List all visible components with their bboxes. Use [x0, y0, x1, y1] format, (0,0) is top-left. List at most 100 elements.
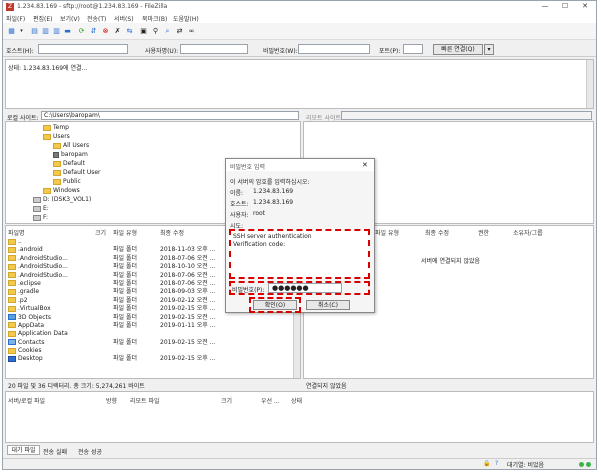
disconnect-icon[interactable]: ✗	[112, 26, 123, 37]
dialog-close-button[interactable]: ✕	[362, 161, 368, 169]
menu-bookmarks[interactable]: 북마크(B)	[142, 14, 167, 23]
queue-col-remote[interactable]: 리모트 파일	[130, 396, 160, 405]
local-summary: 20 파일 및 36 디렉터리. 총 크기: 5,274,261 바이트	[8, 383, 145, 390]
folder-icon	[8, 272, 16, 279]
refresh-icon[interactable]: ⟳	[76, 26, 87, 37]
remote-col-owner[interactable]: 소유자/그룹	[513, 228, 543, 237]
log-scrollbar[interactable]	[586, 60, 593, 108]
menu-help[interactable]: 도움말(H)	[173, 14, 199, 23]
queue-col-status[interactable]: 상태	[291, 396, 302, 405]
drive-icon	[33, 214, 41, 221]
remote-col-modified[interactable]: 최종 수정	[425, 228, 449, 237]
file-row[interactable]: Cookies	[8, 347, 290, 355]
folder-icon	[8, 347, 16, 354]
file-name: Cookies	[18, 347, 42, 355]
local-col-size[interactable]: 크기	[95, 228, 106, 237]
file-row[interactable]: AppData 파일 폴더 2019-01-11 오후 ...	[8, 322, 290, 330]
cancel-button[interactable]: 취소(C)	[306, 300, 350, 310]
process-queue-icon[interactable]: ⇵	[88, 26, 99, 37]
search-icon[interactable]: ⌕	[162, 26, 173, 37]
maximize-button[interactable]: ☐	[556, 1, 574, 12]
message-log[interactable]: 상태: 1.234.83.169에 연결...	[5, 59, 594, 109]
file-row[interactable]: Desktop 파일 폴더 2019-02-15 오후 ...	[8, 355, 290, 363]
local-col-filename[interactable]: 파일명	[8, 228, 25, 237]
toggle-log-icon[interactable]: ▤	[29, 26, 40, 37]
status-led-icon	[586, 462, 591, 467]
tree-item-temp[interactable]: Temp	[43, 124, 69, 131]
queue-col-direction[interactable]: 방향	[106, 396, 117, 405]
remote-path-input[interactable]	[341, 111, 592, 120]
transfer-queue-icon[interactable]: ▬	[62, 26, 73, 37]
queue-col-server-local[interactable]: 서버/로컬 파일	[8, 396, 45, 405]
file-type: 파일 폴더	[113, 288, 137, 296]
file-row[interactable]: Application Data	[8, 330, 290, 338]
port-input[interactable]	[403, 44, 423, 54]
password-input[interactable]	[298, 44, 370, 54]
file-name: .eclipse	[18, 279, 41, 287]
binoculars-icon[interactable]: ∞	[186, 26, 197, 37]
site-manager-dropdown-icon[interactable]: ▾	[16, 26, 27, 37]
folder-icon	[53, 178, 61, 185]
remote-empty-message: 서버에 연결되지 않았음	[421, 258, 481, 265]
tree-item-windows[interactable]: Windows	[43, 187, 80, 194]
file-type: 파일 폴더	[113, 263, 137, 271]
dialog-name-label: 이름:	[230, 190, 244, 197]
tree-item-drive-d[interactable]: D: (DSK3_VOL1)	[33, 196, 91, 203]
sync-browse-icon[interactable]: ⇄	[174, 26, 185, 37]
tree-item-default-user[interactable]: Default User	[53, 169, 101, 176]
tree-item-drive-f[interactable]: F:	[33, 214, 48, 221]
tree-item-baropam[interactable]: baropam	[53, 151, 88, 158]
file-modified: 2019-02-15 오전 ...	[160, 313, 216, 321]
menu-view[interactable]: 보기(V)	[60, 14, 80, 23]
menu-file[interactable]: 파일(F)	[6, 14, 25, 23]
filter-icon[interactable]: ⚲	[150, 26, 161, 37]
tab-successful-transfers[interactable]: 전송 성공	[78, 447, 102, 456]
menu-edit[interactable]: 편집(E)	[33, 14, 53, 23]
tree-item-all-users[interactable]: All Users	[53, 142, 89, 149]
quickconnect-dropdown-icon[interactable]: ▾	[484, 44, 494, 55]
queue-status: 대기열: 비었음	[507, 462, 545, 469]
file-modified: 2018-11-03 오후 ...	[160, 246, 216, 254]
dialog-password-input[interactable]: ●●●●●●	[268, 283, 342, 293]
toggle-local-tree-icon[interactable]: ▥	[40, 26, 51, 37]
file-name: .AndroidStudio...	[18, 254, 68, 262]
username-input[interactable]	[180, 44, 248, 54]
file-modified: 2018-07-06 오전 ...	[160, 271, 216, 279]
file-row[interactable]: 3D Objects 파일 폴더 2019-02-15 오전 ...	[8, 314, 290, 322]
directory-compare-icon[interactable]: ▣	[138, 26, 149, 37]
tab-queued-files[interactable]: 대기 파일	[7, 445, 40, 455]
queue-col-size[interactable]: 크기	[221, 396, 232, 405]
quickconnect-button[interactable]: 빠른 연결(Q)	[433, 44, 483, 55]
tree-label: E:	[43, 205, 49, 212]
remote-col-type[interactable]: 파일 유형	[375, 228, 399, 237]
folder-icon	[8, 246, 16, 253]
tree-item-public[interactable]: Public	[53, 178, 81, 185]
menu-transfer[interactable]: 전송(T)	[87, 14, 106, 23]
window-title: 1.234.83.169 - sftp://root@1.234.83.169 …	[17, 3, 168, 10]
tab-failed-transfers[interactable]: 전송 실패	[43, 447, 67, 456]
tree-item-drive-e[interactable]: E:	[33, 205, 49, 212]
local-col-type[interactable]: 파일 유형	[113, 228, 137, 237]
tree-item-default[interactable]: Default	[53, 160, 85, 167]
tree-label: baropam	[61, 151, 88, 158]
challenge-line-2: Verification code:	[233, 241, 286, 248]
close-button[interactable]: ✕	[576, 1, 594, 12]
host-input[interactable]	[38, 44, 128, 54]
drive-icon	[33, 205, 41, 212]
queue-col-priority[interactable]: 우선 ...	[261, 396, 280, 405]
reconnect-icon[interactable]: ⇆	[124, 26, 135, 37]
minimize-button[interactable]: —	[536, 1, 554, 12]
local-col-modified[interactable]: 최종 수정	[160, 228, 184, 237]
tree-item-users[interactable]: Users	[43, 133, 70, 140]
status-led-icon	[579, 462, 584, 467]
cancel-icon[interactable]: ⊗	[100, 26, 111, 37]
menu-server[interactable]: 서버(S)	[114, 14, 134, 23]
file-row[interactable]: Contacts 파일 폴더 2019-02-15 오전 ...	[8, 339, 290, 347]
file-type: 파일 폴더	[113, 305, 137, 313]
ok-button[interactable]: 확인(O)	[253, 300, 297, 310]
folder-icon	[43, 133, 51, 140]
remote-col-permissions[interactable]: 권한	[478, 228, 489, 237]
tree-label: Users	[53, 133, 70, 140]
local-path-input[interactable]: C:\Users\baropam\	[41, 111, 299, 120]
toggle-remote-tree-icon[interactable]: ▥	[51, 26, 62, 37]
